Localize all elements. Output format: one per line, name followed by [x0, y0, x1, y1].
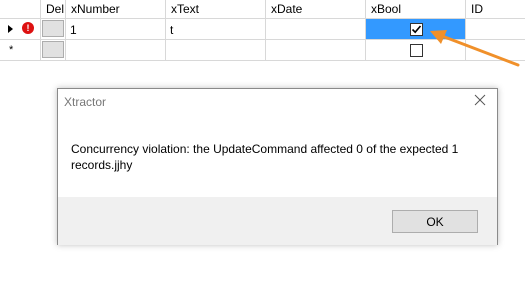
ok-button[interactable]: OK	[392, 210, 478, 233]
dialog-message: Concurrency violation: the UpdateCommand…	[71, 142, 459, 172]
dialog-footer: OK	[58, 197, 497, 245]
close-icon[interactable]	[473, 93, 487, 107]
error-dialog: Xtractor Concurrency violation: the Upda…	[57, 88, 498, 245]
dialog-title: Xtractor	[64, 95, 107, 109]
